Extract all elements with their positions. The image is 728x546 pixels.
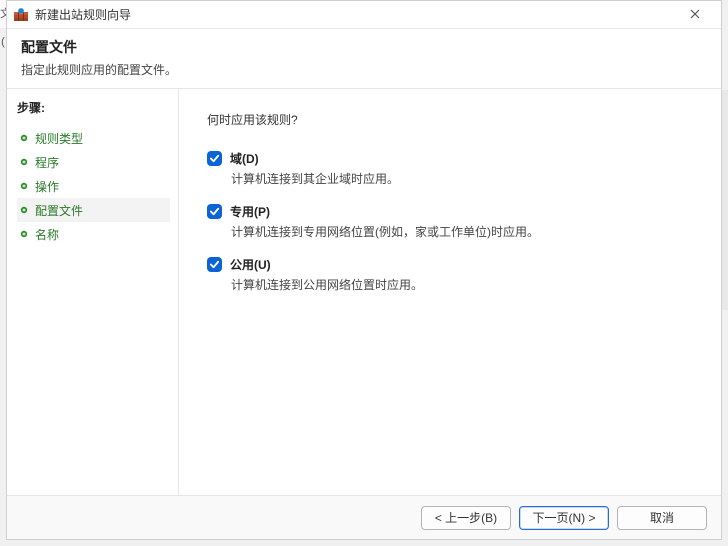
option-description: 计算机连接到专用网络位置(例如，家或工作单位)时应用。 (231, 223, 693, 240)
wizard-body: 步骤: 规则类型 程序 操作 (7, 89, 721, 495)
step-name[interactable]: 名称 (17, 222, 170, 246)
steps-heading: 步骤: (17, 99, 170, 116)
step-label: 名称 (35, 226, 59, 243)
bullet-icon (19, 157, 29, 167)
titlebar: 新建出站规则向导 (7, 1, 721, 29)
wizard-header: 配置文件 指定此规则应用的配置文件。 (7, 29, 721, 89)
wizard-window: 新建出站规则向导 配置文件 指定此规则应用的配置文件。 步骤: 规则类型 (6, 0, 722, 540)
checkbox-domain[interactable] (207, 151, 222, 166)
checkbox-public[interactable] (207, 257, 222, 272)
steps-sidebar: 步骤: 规则类型 程序 操作 (7, 89, 179, 495)
checkbox-private[interactable] (207, 204, 222, 219)
page-description: 指定此规则应用的配置文件。 (21, 61, 707, 78)
content-question: 何时应用该规则? (207, 111, 693, 128)
option-domain: 域(D) 计算机连接到其企业域时应用。 (207, 150, 693, 187)
step-profile[interactable]: 配置文件 (17, 198, 170, 222)
option-description: 计算机连接到公用网络位置时应用。 (231, 276, 693, 293)
bullet-icon (19, 181, 29, 191)
bullet-icon (19, 229, 29, 239)
step-label: 操作 (35, 178, 59, 195)
page-title: 配置文件 (21, 37, 707, 57)
option-public: 公用(U) 计算机连接到公用网络位置时应用。 (207, 256, 693, 293)
background-fragment-right (722, 90, 728, 310)
step-rule-type[interactable]: 规则类型 (17, 126, 170, 150)
option-description: 计算机连接到其企业域时应用。 (231, 170, 693, 187)
step-program[interactable]: 程序 (17, 150, 170, 174)
cancel-button[interactable]: 取消 (617, 506, 707, 530)
next-button[interactable]: 下一页(N) > (519, 506, 609, 530)
bullet-icon (19, 133, 29, 143)
option-label: 域(D) (230, 150, 259, 167)
window-title: 新建出站规则向导 (35, 6, 675, 23)
option-label: 专用(P) (230, 203, 270, 220)
wizard-content: 何时应用该规则? 域(D) 计算机连接到其企业域时应用。 专用(P) (179, 89, 721, 495)
close-button[interactable] (675, 2, 715, 28)
option-label: 公用(U) (230, 256, 271, 273)
back-button[interactable]: < 上一步(B) (421, 506, 511, 530)
option-private: 专用(P) 计算机连接到专用网络位置(例如，家或工作单位)时应用。 (207, 203, 693, 240)
step-label: 规则类型 (35, 130, 83, 147)
firewall-icon (13, 7, 29, 23)
close-icon (690, 8, 700, 22)
step-label: 程序 (35, 154, 59, 171)
step-action[interactable]: 操作 (17, 174, 170, 198)
bullet-icon (19, 205, 29, 215)
wizard-footer: < 上一步(B) 下一页(N) > 取消 (7, 495, 721, 539)
step-label: 配置文件 (35, 202, 83, 219)
